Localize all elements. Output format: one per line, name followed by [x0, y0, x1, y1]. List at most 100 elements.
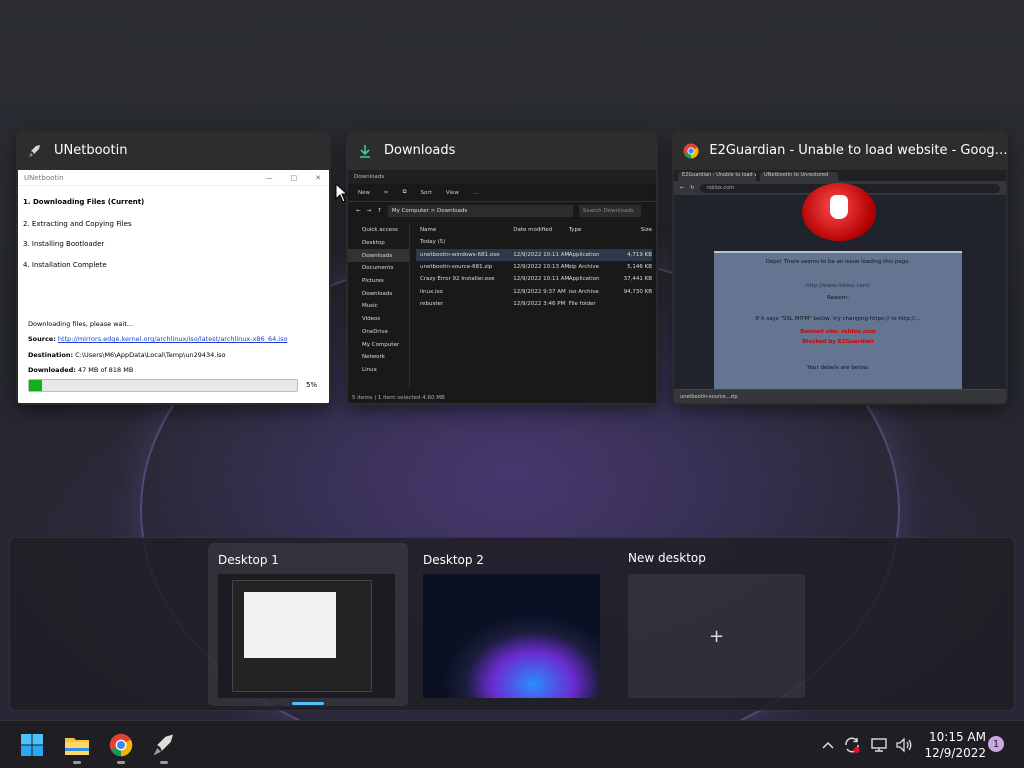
preview-unetbootin — [244, 592, 336, 658]
window-thumbnail-chrome[interactable]: E2Guardian - Unable to load website - Go… — [672, 131, 1008, 405]
system-clock[interactable]: 10:15 AM 12/9/2022 — [922, 729, 986, 761]
up-icon: ↑ — [377, 208, 382, 214]
unetbootin-titlebar: UNetbootin — □ ✕ — [18, 170, 329, 186]
column-header: Size — [640, 227, 652, 234]
reason-label: Reason: — [827, 295, 849, 301]
search-box: Search Downloads — [578, 205, 641, 217]
nav-item: Videos — [362, 316, 381, 323]
nav-item: OneDrive — [362, 328, 388, 335]
source-link: http://mirrors.edge.kernel.org/archlinux… — [57, 335, 288, 343]
file-size: 5,146 KB — [627, 264, 652, 271]
taskbar: 10:15 AM 12/9/2022 — [0, 720, 1024, 768]
details-label: Your details are below: — [806, 365, 870, 371]
file-type: iso Archive — [568, 288, 599, 295]
view-button: View — [445, 189, 459, 196]
copy-icon: ⧉ — [402, 189, 407, 195]
unetbootin-taskbar-button[interactable] — [149, 730, 179, 764]
file-explorer-button[interactable] — [62, 730, 92, 764]
window-preview: Downloads New ✂ ⧉ Sort View ... ← → ↑ My… — [348, 170, 656, 403]
rocket-icon — [26, 142, 44, 160]
back-icon: ← — [356, 208, 361, 214]
file-name: Crazy Error 92 Installer.exe — [420, 276, 495, 283]
window-title: E2Guardian - Unable to load website - Go… — [709, 143, 1008, 158]
file-size: 94,730 KB — [623, 288, 652, 295]
nav-item: My Computer — [362, 341, 400, 348]
blocked-page: Oops! There seems to be an issue loading… — [674, 183, 1006, 391]
window-titlebar[interactable]: Downloads — [346, 131, 658, 170]
new-desktop-card[interactable]: New desktop + — [618, 543, 818, 706]
chevron-up-icon[interactable] — [818, 735, 838, 755]
file-name: rebuster — [420, 300, 444, 307]
unetbootin-window: UNetbootin — □ ✕ 1. Downloading Files (Cur… — [18, 170, 329, 403]
block-heading: Oops! There seems to be an issue loading… — [765, 259, 911, 265]
source-line: Source: http://mirrors.edge.kernel.org/a… — [28, 335, 287, 343]
desktop-1-card[interactable]: Desktop 1 — [208, 543, 408, 706]
window-thumbnail-unetbootin[interactable]: UNetbootin UNetbootin — □ ✕ 1. Downloading… — [16, 131, 331, 405]
sync-icon[interactable] — [842, 735, 862, 755]
window-titlebar[interactable]: UNetbootin — [16, 131, 331, 170]
window-title: Downloads — [384, 143, 456, 158]
desktop-2-preview — [423, 574, 600, 698]
new-desktop-button[interactable]: + — [628, 574, 805, 698]
nav-item: Documents — [362, 265, 394, 272]
sort-button: Sort — [420, 189, 432, 196]
window-titlebar[interactable]: E2Guardian - Unable to load website - Go… — [672, 131, 1008, 170]
column-header-row: Name Date modified Type Size — [416, 224, 652, 236]
file-row: Crazy Error 92 Installer.exe 12/9/2022 1… — [416, 273, 652, 285]
forward-icon: → — [366, 208, 372, 214]
network-icon[interactable] — [869, 735, 889, 755]
download-shelf: unetbootin-source...zip — [674, 389, 1006, 403]
start-button[interactable] — [17, 730, 47, 760]
explorer-statusbar: 5 items | 1 item selected 4.60 MB — [352, 395, 445, 401]
plus-icon: + — [708, 625, 725, 647]
notification-badge[interactable]: 1 — [988, 736, 1004, 752]
downloaded-label: Downloaded: — [28, 366, 76, 374]
nav-item: Quick access — [362, 227, 398, 234]
chrome-icon — [109, 733, 133, 757]
nav-item: Linux — [362, 366, 377, 373]
window-thumbnail-downloads[interactable]: Downloads Downloads New ✂ ⧉ Sort View ..… — [346, 131, 658, 405]
destination-path: C:\Users\M6\AppData\Local\Temp\un29434.i… — [75, 351, 226, 359]
file-date: 12/9/2022 3:46 PM — [513, 300, 566, 307]
nav-item: Desktop — [362, 240, 385, 247]
block-message-card: Oops! There seems to be an issue loading… — [714, 251, 962, 391]
desktop-label: Desktop 2 — [423, 553, 484, 567]
column-header: Type — [568, 227, 582, 234]
desktop-2-card[interactable]: Desktop 2 — [413, 543, 613, 706]
desktop-label: New desktop — [628, 551, 706, 565]
chrome-window: E2Guardian - Unable to load w... UNetboo… — [674, 170, 1006, 403]
group-label: Today (5) — [420, 239, 446, 246]
file-name: linux.iso — [420, 288, 443, 295]
step-3: 3. Installing Bootloader — [23, 240, 105, 248]
window-title: UNetbootin — [54, 143, 128, 158]
column-header: Date modified — [513, 227, 553, 234]
step-2: 2. Extracting and Copying Files — [23, 220, 132, 228]
explorer-titlebar: Downloads — [348, 170, 656, 184]
volume-icon[interactable] — [894, 735, 914, 755]
file-size: 4,719 KB — [627, 251, 652, 258]
column-header: Name — [420, 227, 437, 234]
file-size: 37,441 KB — [623, 276, 652, 283]
explorer-file-list: Name Date modified Type Size Today (5) u… — [416, 224, 652, 389]
minimize-icon: — — [265, 173, 273, 182]
desktop-label: Desktop 1 — [218, 553, 279, 567]
nav-item: Music — [362, 303, 378, 310]
file-row: unetbootin-source-681.zip 12/9/2022 10:1… — [416, 261, 652, 273]
clock-time: 10:15 AM — [929, 730, 986, 744]
group-header: Today (5) — [416, 236, 652, 248]
download-item: unetbootin-source...zip — [680, 393, 738, 400]
maximize-icon: □ — [290, 173, 298, 182]
file-type: Application — [568, 276, 600, 283]
active-desktop-indicator — [292, 702, 324, 705]
progress-fill — [29, 380, 43, 391]
chrome-taskbar-button[interactable] — [106, 730, 136, 764]
file-date: 12/9/2022 10:11 AM — [513, 276, 569, 283]
nav-item: Pictures — [362, 278, 384, 285]
file-date: 12/9/2022 10:13 AM — [513, 264, 569, 271]
block-category: Blocked by E2Guardian — [802, 339, 874, 345]
chrome-icon — [682, 142, 699, 160]
block-reason: Banned site: roblox.com — [800, 329, 876, 335]
back-icon: ← — [680, 185, 685, 191]
step-1: 1. Downloading Files (Current) — [23, 198, 145, 206]
windows-start-icon — [21, 734, 43, 756]
